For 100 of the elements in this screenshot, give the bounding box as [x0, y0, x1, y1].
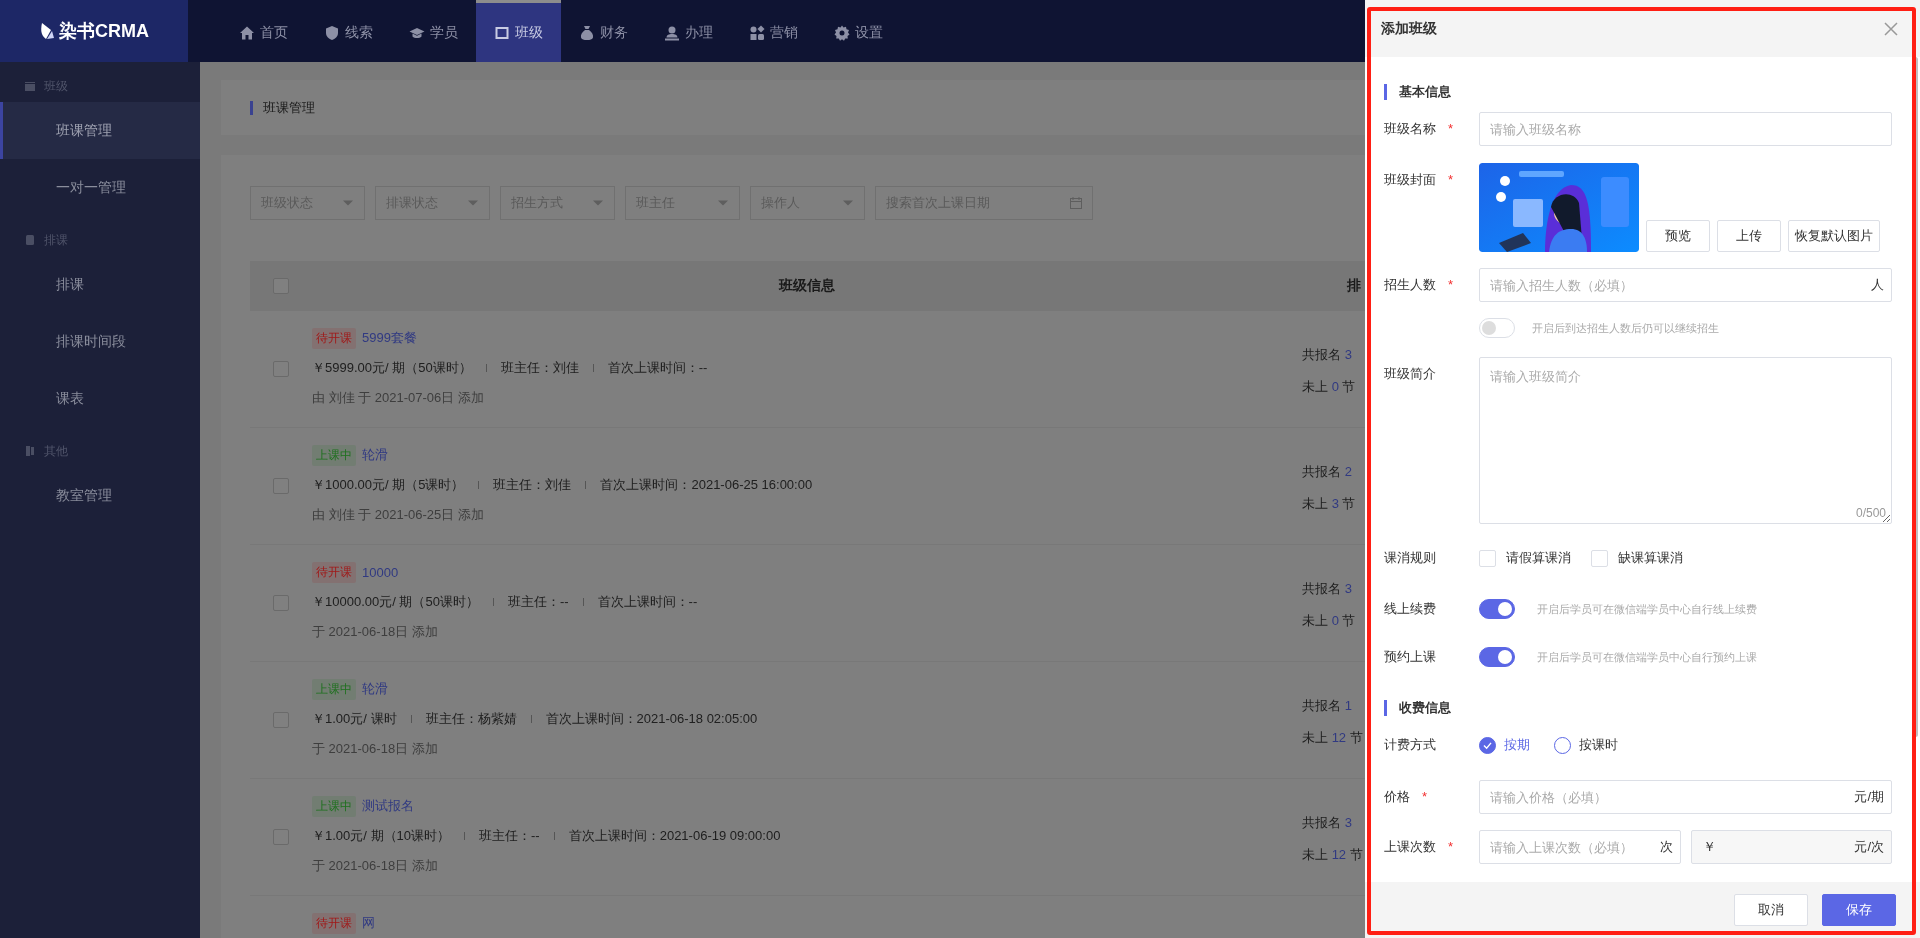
- field-label: 班级封面: [1384, 171, 1436, 189]
- required-mark: *: [1448, 838, 1454, 856]
- book-icon: [24, 234, 36, 246]
- unit-label: 次: [1659, 839, 1673, 855]
- status-tag: 上课中: [312, 795, 356, 817]
- home-icon: [239, 24, 255, 41]
- sidebar-item[interactable]: 排课: [0, 256, 200, 313]
- settings-icon: [834, 24, 850, 41]
- added-by-text: 于 2021-06-18日 添加: [312, 623, 438, 641]
- remaining-lessons-text: 未上 12 节: [1302, 729, 1364, 747]
- status-tag: 待开课: [312, 912, 356, 934]
- price-text: ￥5999.00元/ 期（50课时）: [312, 359, 472, 377]
- image-action-button[interactable]: 上传: [1717, 220, 1781, 252]
- shapes-icon: [749, 24, 765, 41]
- class-name-link[interactable]: 10000: [362, 564, 399, 580]
- first-class-text: 首次上课时间：2021-06-19 09:00:00: [568, 827, 781, 845]
- radio-button[interactable]: [1554, 736, 1571, 754]
- field-label: 招生人数: [1384, 276, 1436, 294]
- nav-tab[interactable]: 办理: [646, 0, 731, 62]
- remaining-lessons-text: 未上 0 节: [1302, 612, 1357, 630]
- text-field[interactable]: 请输入班级名称: [1479, 112, 1892, 146]
- status-tag: 上课中: [312, 678, 356, 700]
- nav-tab[interactable]: 财务: [561, 0, 646, 62]
- teacher-text: 班主任：--: [479, 827, 540, 845]
- section-title: 收费信息: [1384, 700, 1451, 716]
- sidebar-item[interactable]: 一对一管理: [0, 159, 200, 216]
- nav-tab[interactable]: 线索: [306, 0, 391, 62]
- price-field[interactable]: [1690, 830, 1892, 864]
- enrollment-text: 共报名 2: [1302, 463, 1353, 481]
- sidebar-item[interactable]: 排课时间段: [0, 313, 200, 370]
- price-text: ￥1.00元/ 期（10课时）: [312, 827, 450, 845]
- field-label: 班级简介: [1384, 365, 1436, 383]
- class-name-link[interactable]: 轮滑: [362, 680, 388, 698]
- hint-text: 开启后学员可在微信端学员中心自行线上续费: [1537, 601, 1757, 617]
- nav-tab[interactable]: 设置: [816, 0, 901, 62]
- nav-tab[interactable]: 学员: [391, 0, 476, 62]
- class-name-link[interactable]: 5999套餐: [362, 329, 417, 347]
- checkbox[interactable]: [1591, 549, 1608, 567]
- enrollment-text: 共报名 1: [1302, 697, 1353, 715]
- column-header: 班级信息: [777, 277, 836, 295]
- sidebar-item[interactable]: 班课管理: [0, 102, 200, 159]
- price-text: ￥1000.00元/ 期（5课时）: [312, 476, 465, 494]
- calendar-icon: [1070, 197, 1082, 209]
- column-header: 排: [1347, 277, 1361, 295]
- page-title: 班课管理: [250, 100, 315, 115]
- book-icon: [494, 24, 510, 41]
- hint-text: 开启后到达招生人数后仍可以继续招生: [1532, 320, 1719, 336]
- added-by-text: 于 2021-06-18日 添加: [312, 740, 438, 758]
- logo-icon: [39, 22, 55, 40]
- shield-icon: [324, 24, 340, 41]
- toggle-switch[interactable]: [1479, 599, 1515, 619]
- class-name-link[interactable]: 网: [362, 914, 375, 932]
- required-mark: *: [1448, 171, 1454, 189]
- first-class-text: 首次上课时间：--: [607, 359, 708, 377]
- drawer-title: 添加班级: [1381, 19, 1437, 38]
- teacher-text: 班主任：杨紫婧: [425, 710, 517, 728]
- image-action-button[interactable]: 恢复默认图片: [1788, 220, 1880, 252]
- first-class-text: 首次上课时间：2021-06-25 16:00:00: [600, 476, 813, 494]
- first-class-text: 首次上课时间：2021-06-18 02:05:00: [545, 710, 758, 728]
- enrollment-text: 共报名 3: [1302, 346, 1353, 364]
- class-name-link[interactable]: 轮滑: [362, 446, 388, 464]
- cancel-button[interactable]: 取消: [1734, 894, 1808, 926]
- field-label: 预约上课: [1384, 648, 1436, 666]
- price-text: ￥10000.00元/ 期（50课时）: [312, 593, 479, 611]
- required-mark: *: [1422, 788, 1428, 806]
- sidebar-item[interactable]: 课表: [0, 370, 200, 427]
- nav-tab[interactable]: 首页: [221, 0, 306, 62]
- save-button[interactable]: 保存: [1822, 894, 1896, 926]
- radio-label[interactable]: 按课时: [1579, 736, 1618, 754]
- nav-tab[interactable]: 营销: [731, 0, 816, 62]
- class-name-link[interactable]: 测试报名: [362, 797, 414, 815]
- sidebar-item[interactable]: 教室管理: [0, 467, 200, 524]
- remaining-lessons-text: 未上 12 节: [1302, 846, 1364, 864]
- image-action-button[interactable]: 预览: [1646, 220, 1710, 252]
- nav-tab[interactable]: 班级: [476, 0, 561, 62]
- logo-text: 染书CRMA: [59, 20, 149, 43]
- added-by-text: 由 刘佳 于 2021-07-06日 添加: [312, 389, 484, 407]
- checkbox[interactable]: [1479, 549, 1496, 567]
- section-title: 基本信息: [1384, 84, 1451, 100]
- checkbox-label[interactable]: 请假算课消: [1506, 549, 1571, 567]
- teacher-text: 班主任：刘佳: [493, 476, 572, 494]
- char-counter: 0/500: [1855, 506, 1886, 520]
- field-label: 上课次数: [1384, 838, 1436, 856]
- unit-label: 人: [1871, 277, 1884, 293]
- toggle-switch[interactable]: [1479, 647, 1515, 667]
- radio-label[interactable]: 按期: [1504, 736, 1530, 754]
- door-icon: [24, 445, 36, 457]
- checkbox-label[interactable]: 缺课算课消: [1618, 549, 1683, 567]
- radio-button[interactable]: [1479, 736, 1496, 754]
- field-label: 价格: [1384, 788, 1410, 806]
- required-mark: *: [1448, 120, 1454, 138]
- unit-label: 元/次: [1854, 839, 1884, 855]
- enrollment-text: 共报名 3: [1302, 814, 1353, 832]
- remaining-lessons-text: 未上 0 节: [1302, 378, 1357, 396]
- currency-label: ￥: [1702, 839, 1716, 855]
- close-icon[interactable]: [1884, 21, 1898, 36]
- required-mark: *: [1448, 276, 1454, 294]
- money-bag-icon: [579, 24, 595, 41]
- status-tag: 待开课: [312, 327, 356, 349]
- tray-icon: [24, 80, 36, 92]
